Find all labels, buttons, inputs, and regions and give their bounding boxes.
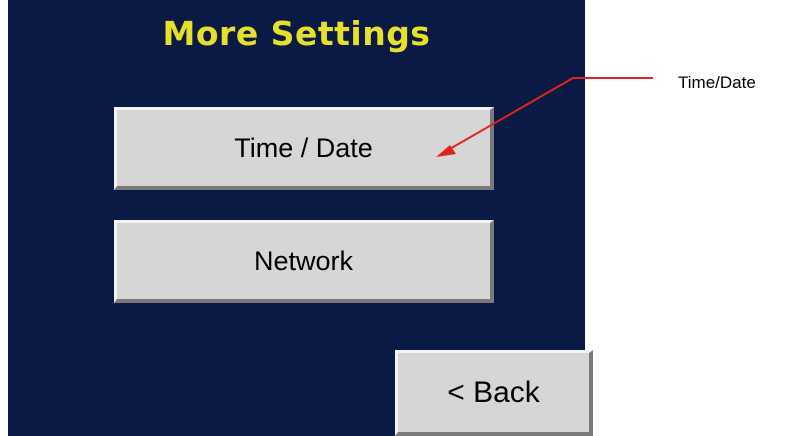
network-button-label: Network [253,245,354,276]
screen-title: More Settings [162,14,431,53]
time-date-button-label: Time / Date [234,132,373,163]
time-date-button[interactable]: Time / Date [114,107,494,190]
back-button-label: < Back [447,375,540,409]
settings-screen: More Settings Time / Date Network < Back [8,0,593,436]
back-button[interactable]: < Back [395,350,593,436]
network-button[interactable]: Network [114,220,494,303]
callout-label: Time/Date [678,73,756,92]
